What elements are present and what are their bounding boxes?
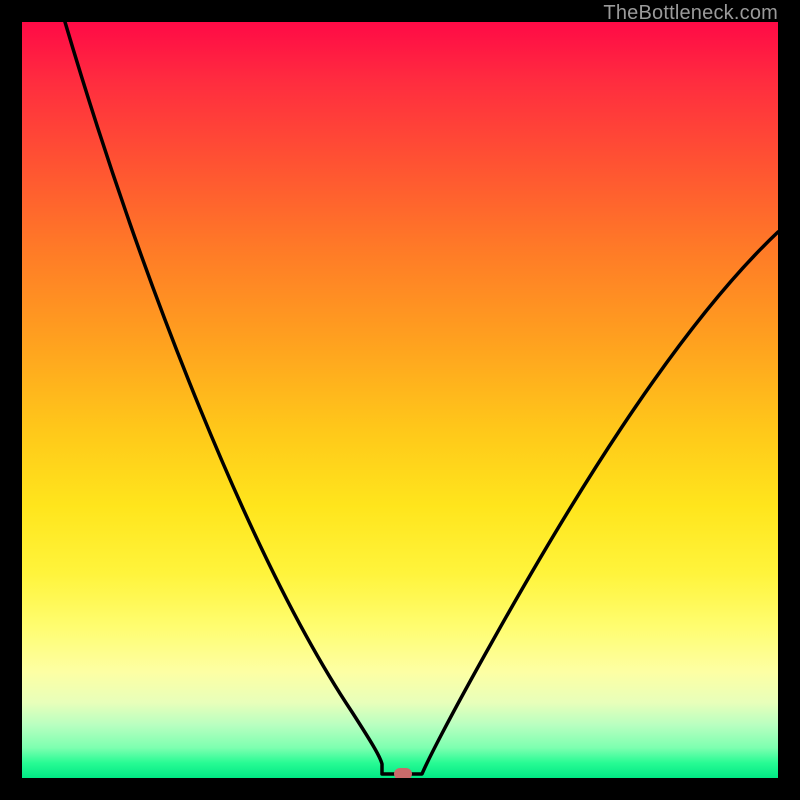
watermark-text: TheBottleneck.com [603,2,778,25]
curve-path [65,22,778,774]
bottleneck-curve [22,22,778,778]
min-marker [394,768,412,778]
chart-frame: TheBottleneck.com [0,0,800,800]
plot-area [22,22,778,778]
